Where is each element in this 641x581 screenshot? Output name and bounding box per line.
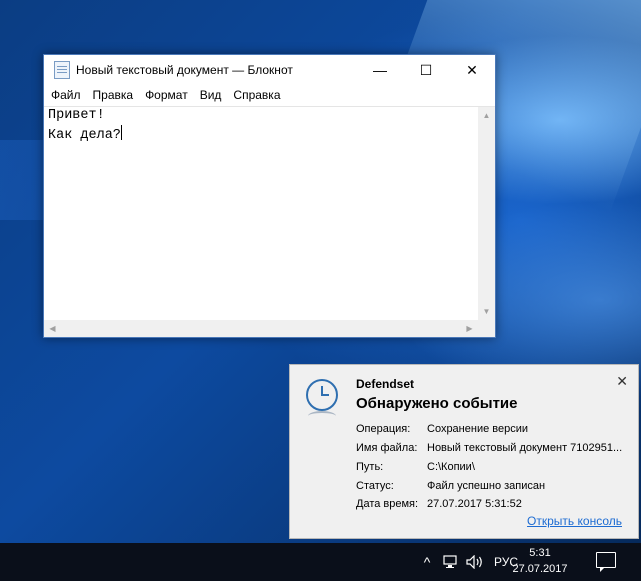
row-value: Файл успешно записан: [427, 480, 546, 492]
text-line: Как дела?: [48, 128, 121, 143]
scroll-left-arrow-icon[interactable]: ◀: [44, 320, 61, 337]
menu-view[interactable]: Вид: [195, 88, 227, 102]
maximize-button[interactable]: ☐: [403, 55, 449, 85]
open-console-link[interactable]: Открыть консоль: [527, 514, 622, 528]
scrollbar-corner: [478, 320, 495, 337]
notification-toast[interactable]: Defendset Обнаружено событие ✕ Операция:…: [289, 364, 639, 539]
close-button[interactable]: ✕: [449, 55, 495, 85]
text-line: Привет!: [48, 108, 105, 123]
row-value: 27.07.2017 5:31:52: [427, 498, 522, 510]
row-key: Дата время:: [356, 498, 419, 510]
show-hidden-icons-chevron-icon[interactable]: ^: [418, 543, 436, 581]
minimize-button[interactable]: —: [357, 55, 403, 85]
toast-row-operation: Операция: Сохранение версии: [356, 423, 528, 435]
clock-base-icon: [308, 411, 336, 421]
system-clock[interactable]: 5:31 27.07.2017: [510, 545, 570, 577]
taskbar: ^ РУС 5:31 27.07.2017: [0, 543, 641, 581]
menu-file[interactable]: Файл: [46, 88, 86, 102]
vertical-scrollbar[interactable]: ▲ ▼: [478, 107, 495, 320]
clock-date: 27.07.2017: [512, 563, 568, 575]
row-value: Сохранение версии: [427, 423, 529, 435]
row-key: Статус:: [356, 480, 394, 492]
horizontal-scrollbar[interactable]: ◀ ▶: [44, 320, 478, 337]
toast-heading: Обнаружено событие: [356, 395, 518, 412]
scroll-down-arrow-icon[interactable]: ▼: [478, 303, 495, 320]
network-icon[interactable]: [440, 543, 462, 581]
row-key: Имя файла:: [356, 442, 418, 454]
row-value: C:\Копии\: [427, 461, 475, 473]
toast-app-name: Defendset: [356, 377, 415, 391]
document-text[interactable]: Привет! Как дела?: [48, 107, 477, 319]
title-bar[interactable]: Новый текстовый документ — Блокнот — ☐ ✕: [44, 55, 495, 85]
scroll-right-arrow-icon[interactable]: ▶: [461, 320, 478, 337]
toast-row-filename: Имя файла: Новый текстовый документ 71029…: [356, 442, 622, 454]
menu-help[interactable]: Справка: [228, 88, 285, 102]
text-caret: [120, 125, 122, 140]
menu-format[interactable]: Формат: [140, 88, 193, 102]
row-key: Путь:: [356, 461, 384, 473]
volume-icon[interactable]: [464, 543, 486, 581]
clock-time: 5:31: [529, 547, 551, 559]
network-icon-graphic: [443, 555, 457, 568]
toast-row-datetime: Дата время: 27.07.2017 5:31:52: [356, 498, 522, 510]
toast-close-button[interactable]: ✕: [616, 373, 628, 390]
text-line-with-caret: Как дела?: [48, 125, 477, 145]
menu-bar: Файл Правка Формат Вид Справка: [44, 85, 495, 105]
menu-edit[interactable]: Правка: [88, 88, 139, 102]
text-area[interactable]: Привет! Как дела? ▲ ▼ ◀ ▶: [44, 106, 495, 337]
toast-row-status: Статус: Файл успешно записан: [356, 480, 545, 492]
action-center-icon[interactable]: [596, 552, 616, 572]
row-key: Операция:: [356, 423, 411, 435]
clock-icon: [306, 379, 338, 411]
row-value: Новый текстовый документ 7102951...: [427, 442, 623, 454]
speaker-icon-graphic: [466, 555, 482, 569]
scroll-up-arrow-icon[interactable]: ▲: [478, 107, 495, 124]
toast-row-path: Путь: C:\Копии\: [356, 461, 475, 473]
window-title: Новый текстовый документ — Блокнот: [76, 63, 293, 77]
notepad-window[interactable]: Новый текстовый документ — Блокнот — ☐ ✕…: [43, 54, 496, 338]
notepad-icon: [54, 61, 70, 79]
